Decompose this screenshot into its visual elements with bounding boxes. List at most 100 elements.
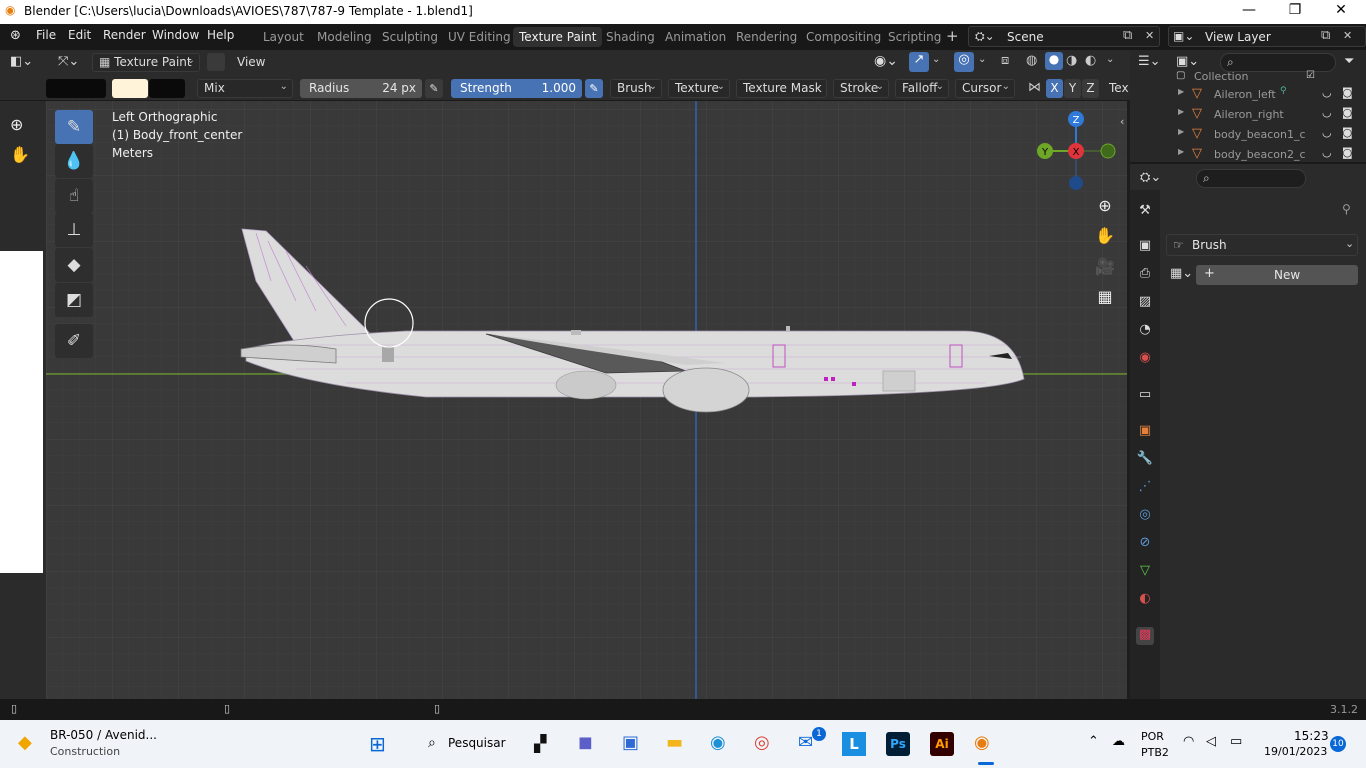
radius-slider[interactable]: Radius 24 px: [300, 79, 422, 98]
zoom-viewport-button[interactable]: ⊕: [1092, 193, 1118, 219]
mirror-x-toggle[interactable]: X: [1046, 79, 1063, 98]
photoshop-icon[interactable]: Ps: [886, 732, 910, 756]
properties-type-icon[interactable]: ⛭⌄: [1140, 170, 1161, 185]
cloud-sync-icon[interactable]: ☁: [1112, 734, 1125, 749]
cursor-menu[interactable]: Cursor ⌄: [955, 79, 1015, 98]
scene-tab-icon[interactable]: ◔: [1136, 322, 1154, 340]
show-hidden-icons-chevron-icon[interactable]: ⌃: [1088, 734, 1099, 749]
expand-arrow-icon[interactable]: ▶: [1178, 127, 1184, 136]
brush-panel-header[interactable]: ☞ Brush ⌄: [1166, 234, 1358, 256]
illustrator-icon[interactable]: Ai: [930, 732, 954, 756]
new-texture-button[interactable]: + New: [1196, 265, 1358, 285]
collection-tab-icon[interactable]: ▭: [1136, 387, 1154, 405]
render-camera-icon[interactable]: ◙: [1342, 126, 1353, 139]
render-camera-icon[interactable]: ◙: [1342, 106, 1353, 119]
windows-start-icon[interactable]: ⊞: [369, 732, 386, 756]
mask-tool-button[interactable]: ◩: [55, 283, 93, 317]
minimize-button[interactable]: —: [1226, 2, 1272, 18]
menu-help[interactable]: Help: [207, 28, 234, 42]
tab-modeling[interactable]: Modeling: [311, 27, 378, 47]
weather-warning-icon[interactable]: ◆: [18, 732, 32, 753]
blender-taskbar-icon[interactable]: ◉: [974, 732, 990, 753]
scene-selector[interactable]: ⛭⌄ Scene ⧉ ✕: [968, 26, 1160, 47]
menu-edit[interactable]: Edit: [68, 28, 91, 42]
mirror-z-toggle[interactable]: Z: [1082, 79, 1099, 98]
outliner-item[interactable]: ▶ ▽ Aileron_left ⚲ ◡ ◙: [1130, 86, 1366, 106]
file-explorer-icon[interactable]: ▬: [666, 732, 683, 753]
wireframe-shading-icon[interactable]: ◍: [1026, 53, 1037, 68]
zoom-icon[interactable]: ⊕: [10, 115, 23, 134]
task-view-icon[interactable]: ▞: [534, 734, 546, 753]
modifier-tab-icon[interactable]: 🔧: [1136, 451, 1154, 469]
l-app-icon[interactable]: L: [842, 732, 866, 756]
clone-tool-button[interactable]: ⊥: [55, 213, 93, 247]
sidebar-toggle-arrow-icon[interactable]: ‹: [1120, 115, 1124, 128]
texture-browse-icon[interactable]: ▦⌄: [1170, 266, 1193, 281]
mirror-y-toggle[interactable]: Y: [1064, 79, 1081, 98]
render-camera-icon[interactable]: ◙: [1342, 146, 1353, 159]
pan-viewport-button[interactable]: ✋: [1092, 223, 1118, 249]
checkbox-icon[interactable]: ☑: [1306, 70, 1315, 81]
tab-layout[interactable]: Layout: [257, 27, 310, 47]
language-label[interactable]: POR: [1141, 730, 1164, 743]
view-layer-selector[interactable]: ▣⌄ View Layer ⧉ ✕: [1168, 26, 1366, 47]
taskbar-search-button[interactable]: ⌕ Pesquisar: [418, 730, 514, 758]
remove-view-layer-icon[interactable]: ✕: [1343, 29, 1352, 42]
overlays-chevron-icon[interactable]: ⌄: [978, 54, 986, 65]
view-menu[interactable]: View: [237, 55, 265, 69]
render-tab-icon[interactable]: ▣: [1136, 238, 1154, 256]
output-tab-icon[interactable]: ⎙: [1136, 266, 1154, 284]
brush-menu[interactable]: Brush ⌄: [610, 79, 662, 98]
outliner-item[interactable]: ▶ ▽ Aileron_right ◡ ◙: [1130, 106, 1366, 126]
visibility-eye-icon[interactable]: ◡: [1322, 126, 1332, 139]
menu-window[interactable]: Window: [152, 28, 199, 42]
maximize-button[interactable]: ❐: [1272, 2, 1318, 18]
rendered-shading-icon[interactable]: ◐: [1085, 53, 1096, 68]
transform-orientation-icon[interactable]: ⤧⌄: [58, 54, 79, 69]
volume-icon[interactable]: ◁: [1206, 734, 1216, 749]
visibility-eye-icon[interactable]: ◡: [1322, 86, 1332, 99]
clock-date[interactable]: 19/01/2023: [1264, 745, 1327, 758]
store-icon[interactable]: ▣: [622, 732, 639, 753]
render-camera-icon[interactable]: ◙: [1342, 86, 1353, 99]
outliner-type-icon[interactable]: ☰⌄: [1138, 54, 1161, 69]
falloff-menu[interactable]: Falloff ⌄: [895, 79, 949, 98]
draw-tool-button[interactable]: ✎: [55, 110, 93, 144]
visibility-eye-icon[interactable]: ◡: [1322, 146, 1332, 159]
gizmo-chevron-icon[interactable]: ⌄: [932, 54, 940, 65]
tab-animation[interactable]: Animation: [659, 27, 732, 47]
overlays-toggle-icon[interactable]: ◎: [954, 52, 974, 72]
texture-tab-icon[interactable]: ▩: [1136, 627, 1154, 645]
paint-mask-toggle[interactable]: [207, 53, 225, 71]
add-workspace-button[interactable]: +: [946, 27, 959, 45]
strength-pressure-icon[interactable]: ✎: [585, 79, 603, 98]
keyboard-layout-label[interactable]: PTB2: [1141, 746, 1169, 759]
tab-scripting[interactable]: Scripting: [882, 27, 947, 47]
material-shading-icon[interactable]: ◑: [1066, 53, 1077, 68]
outliner-item[interactable]: ▶ ▽ body_beacon2_c ◡ ◙: [1130, 146, 1366, 162]
stroke-menu[interactable]: Stroke ⌄: [833, 79, 889, 98]
outliner-item[interactable]: ▶ ▽ body_beacon1_c ◡ ◙: [1130, 126, 1366, 146]
mail-icon[interactable]: ✉: [798, 732, 813, 753]
clock-time[interactable]: 15:23: [1294, 729, 1329, 743]
3d-viewport[interactable]: Z Y X Left Orthographic (1) Body_front_c…: [46, 101, 1127, 699]
camera-view-button[interactable]: 🎥: [1092, 254, 1118, 280]
object-tab-icon[interactable]: ▣: [1136, 423, 1154, 441]
view-layer-tab-icon[interactable]: ▨: [1136, 294, 1154, 312]
strength-slider[interactable]: Strength 1.000: [451, 79, 582, 98]
material-tab-icon[interactable]: ◐: [1136, 591, 1154, 609]
particles-tab-icon[interactable]: ⋰: [1136, 479, 1154, 497]
copy-view-layer-icon[interactable]: ⧉: [1321, 28, 1330, 43]
shading-chevron-icon[interactable]: ⌄: [1106, 54, 1114, 65]
data-tab-icon[interactable]: ▽: [1136, 563, 1154, 581]
tex-menu[interactable]: Tex: [1109, 81, 1129, 95]
editor-type-icon[interactable]: ◧⌄: [10, 54, 33, 69]
menu-file[interactable]: File: [36, 28, 56, 42]
edge-browser-icon[interactable]: ◉: [710, 732, 726, 753]
expand-arrow-icon[interactable]: ▶: [1178, 107, 1184, 116]
smear-tool-button[interactable]: ☝: [55, 179, 93, 213]
wifi-icon[interactable]: ◠: [1183, 734, 1194, 749]
expand-arrow-icon[interactable]: ▶: [1178, 87, 1184, 96]
annotate-tool-button[interactable]: ✐: [55, 324, 93, 358]
tab-texture-paint[interactable]: Texture Paint: [513, 27, 603, 47]
